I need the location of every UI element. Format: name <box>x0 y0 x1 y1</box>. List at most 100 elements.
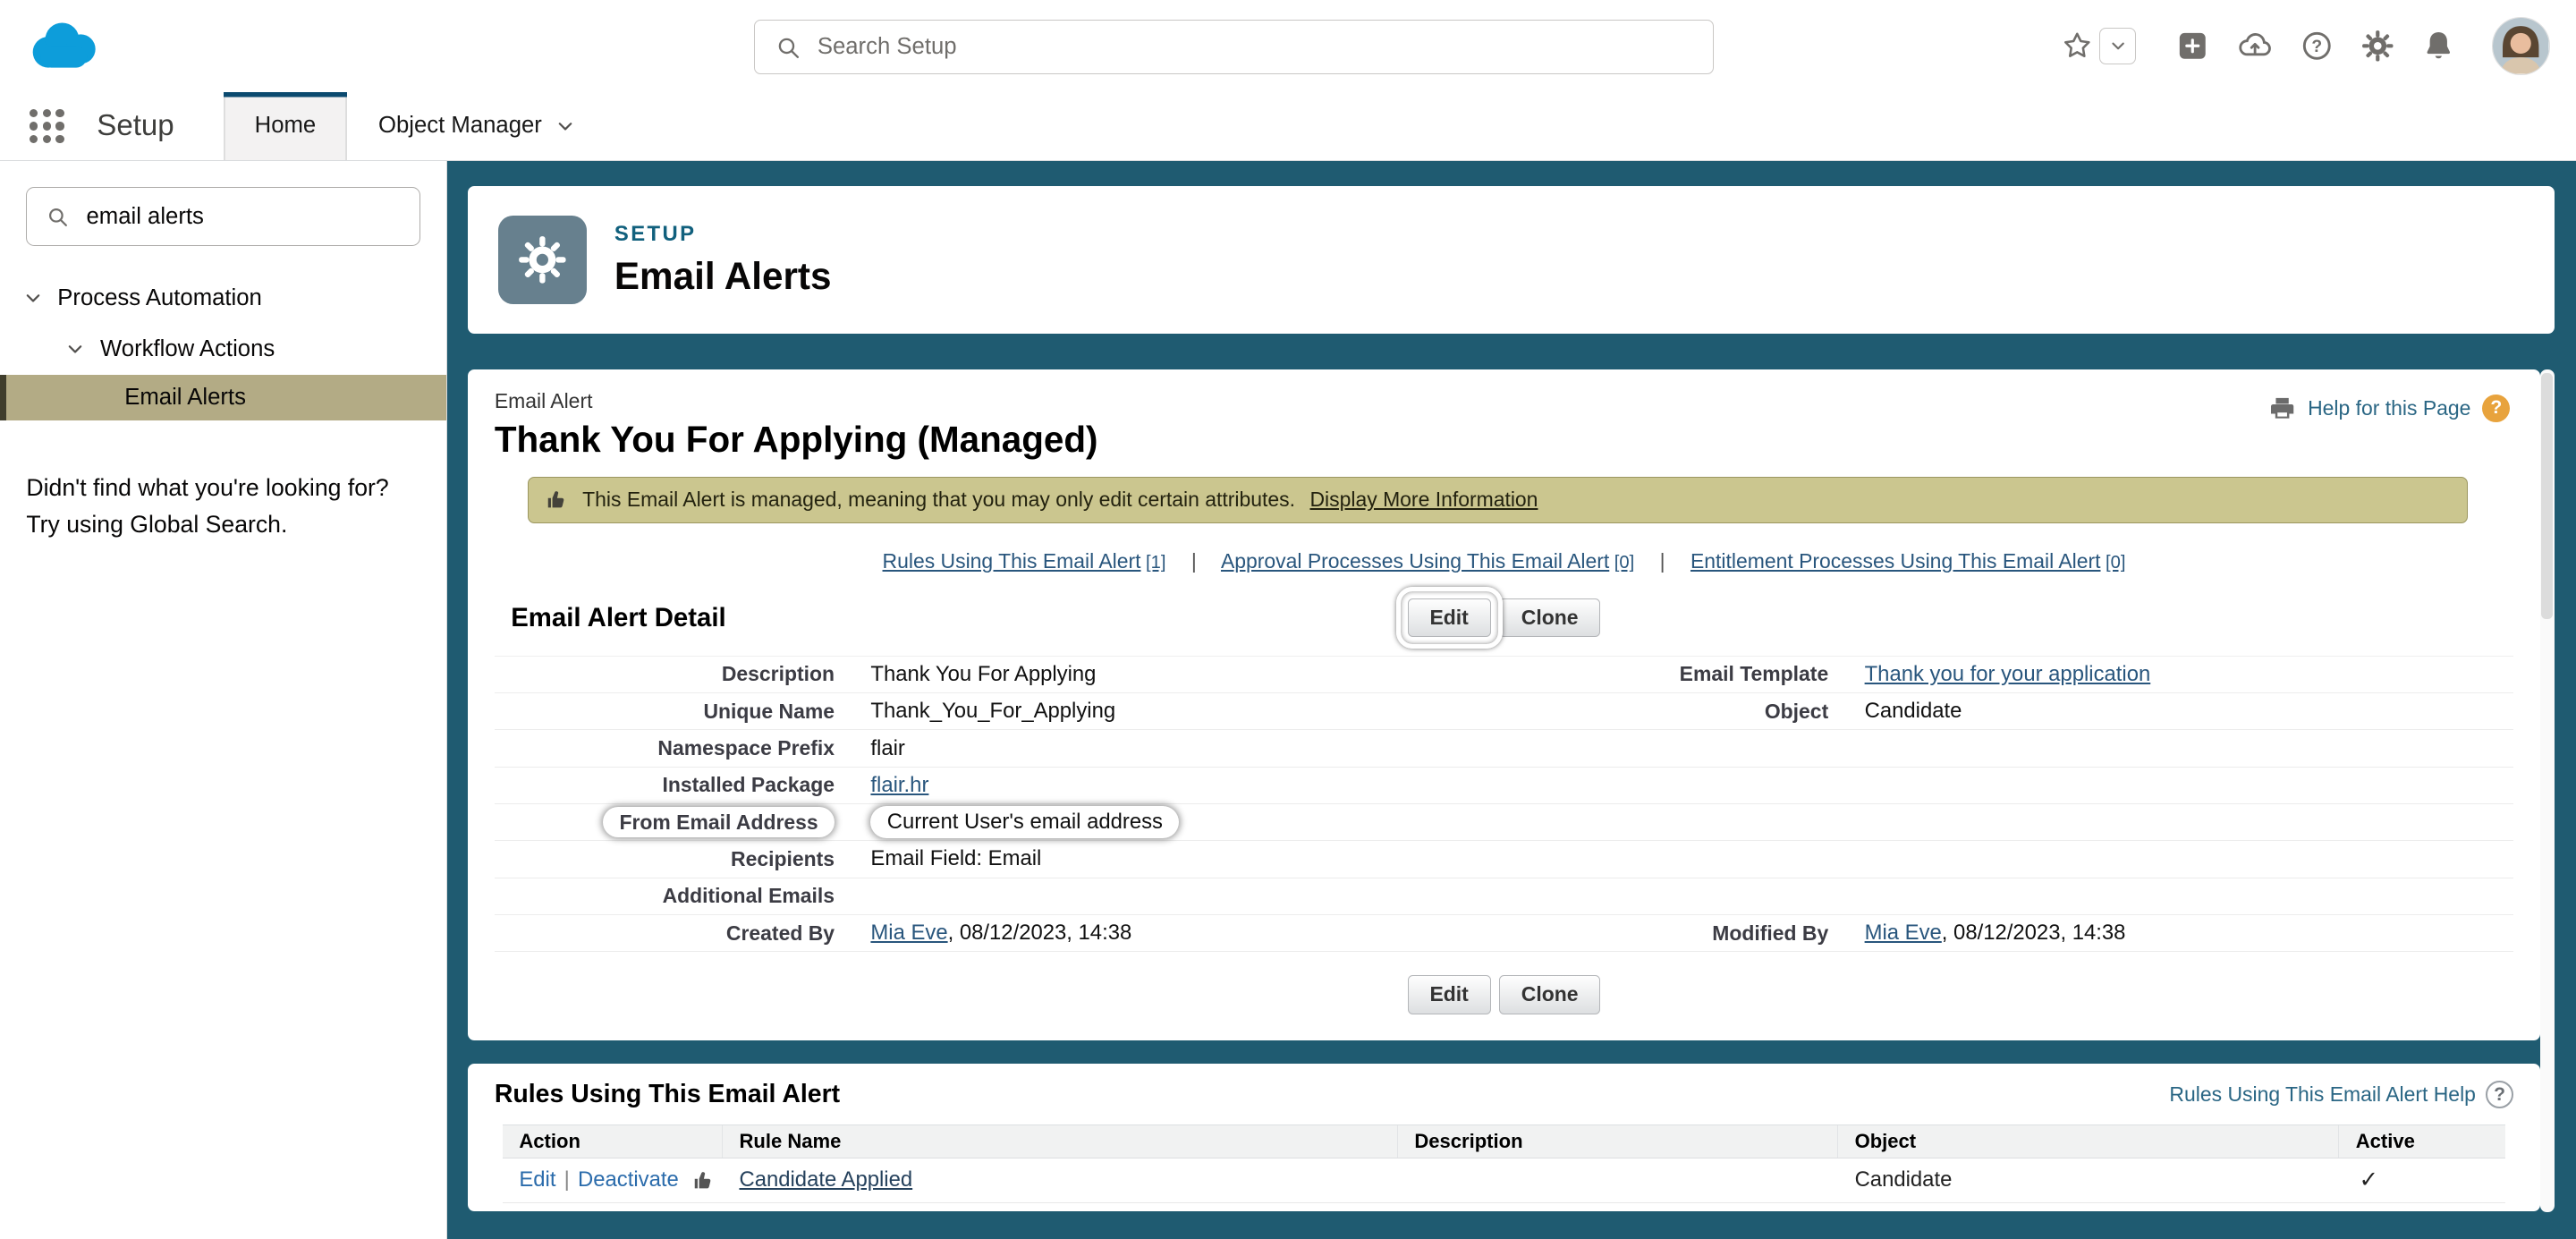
page-header-card: SETUP Email Alerts <box>468 185 2555 334</box>
separator: | <box>1659 548 1665 573</box>
edit-button[interactable]: Edit <box>1407 598 1491 638</box>
sidebar-item-email-alerts[interactable]: Email Alerts <box>0 374 446 421</box>
detail-row: Installed Package flair.hr <box>494 768 2514 804</box>
gear-icon[interactable] <box>2360 29 2395 64</box>
column-header-object: Object <box>1838 1124 2340 1158</box>
detail-row-from-email: From Email Address Current User's email … <box>494 804 2514 842</box>
field-label: Recipients <box>731 846 835 870</box>
help-icon[interactable]: ? <box>2300 29 2334 64</box>
detail-row: Description Thank You For Applying Email… <box>494 657 2514 694</box>
related-list-title: Rules Using This Email Alert <box>494 1080 841 1109</box>
thumbs-up-icon <box>545 488 568 512</box>
app-launcher-icon[interactable] <box>30 108 64 144</box>
page-eyebrow: SETUP <box>614 221 697 246</box>
annotation-highlight: Edit <box>1395 586 1502 649</box>
column-header-active: Active <box>2355 1129 2415 1152</box>
column-header-description: Description <box>1398 1124 1839 1158</box>
field-label: Namespace Prefix <box>657 736 835 760</box>
link-label: Entitlement Processes Using This Email A… <box>1690 548 2101 573</box>
row-edit-link[interactable]: Edit <box>519 1167 555 1192</box>
field-value-highlighted: Current User's email address <box>870 806 1180 838</box>
modified-by-user-link[interactable]: Mia Eve <box>1865 921 1942 945</box>
vertical-scrollbar[interactable] <box>2539 369 2555 1213</box>
field-value: Thank_You_For_Applying <box>870 699 1116 724</box>
help-for-this-page-link[interactable]: Help for this Page <box>2308 396 2470 420</box>
modified-date: , 08/12/2023, 14:38 <box>1941 921 2126 946</box>
tab-home-label: Home <box>254 113 317 139</box>
detail-row: Created By Mia Eve, 08/12/2023, 14:38 Mo… <box>494 915 2514 953</box>
quick-create-icon[interactable] <box>2175 29 2210 64</box>
field-label: Unique Name <box>703 699 835 723</box>
table-row: Edit | Deactivate Candidate Applied Cand… <box>503 1158 2505 1203</box>
setup-gear-tile-icon <box>497 215 587 304</box>
rules-using-link[interactable]: Rules Using This Email Alert [1] <box>883 549 1166 573</box>
sidebar-item-process-automation[interactable]: Process Automation <box>0 273 446 324</box>
chevron-down-icon[interactable] <box>65 339 85 359</box>
display-more-information-link[interactable]: Display More Information <box>1309 488 1538 512</box>
installed-package-link[interactable]: flair.hr <box>870 773 928 797</box>
created-by-user-link[interactable]: Mia Eve <box>870 921 947 945</box>
managed-package-banner: This Email Alert is managed, meaning tha… <box>527 477 2468 523</box>
chevron-down-icon <box>555 116 575 136</box>
thumbs-up-icon <box>691 1169 715 1192</box>
field-label: Modified By <box>1712 921 1829 945</box>
cross-reference-links: Rules Using This Email Alert [1] | Approv… <box>495 549 2513 573</box>
salesforce-setup-app: ? <box>0 0 2576 1239</box>
entitlement-processes-link[interactable]: Entitlement Processes Using This Email A… <box>1690 549 2125 573</box>
sidebar-item-workflow-actions[interactable]: Workflow Actions <box>0 324 446 375</box>
star-icon[interactable] <box>2060 29 2095 64</box>
field-label-highlighted: From Email Address <box>603 806 835 838</box>
svg-text:?: ? <box>2312 38 2323 56</box>
question-mark-icon[interactable]: ? <box>2482 394 2511 422</box>
rule-name-link[interactable]: Candidate Applied <box>739 1167 912 1192</box>
setup-nav-bar: Setup Home Object Manager <box>0 91 2576 161</box>
separator: | <box>1191 548 1197 573</box>
classic-iframe-area: Email Alert Thank You For Applying (Mana… <box>468 369 2555 1213</box>
page-title: Email Alerts <box>614 254 832 297</box>
upload-cloud-icon[interactable] <box>2236 27 2274 64</box>
avatar[interactable] <box>2492 17 2550 75</box>
scrollbar-thumb[interactable] <box>2541 372 2554 620</box>
printer-icon[interactable] <box>2268 395 2296 422</box>
global-search-input[interactable] <box>754 20 1714 74</box>
field-label: Created By <box>725 921 835 945</box>
approval-processes-link[interactable]: Approval Processes Using This Email Aler… <box>1221 549 1634 573</box>
favorites-dropdown-button[interactable] <box>2099 28 2136 64</box>
setup-content: SETUP Email Alerts Email Alert Thank You… <box>446 160 2576 1239</box>
field-value: flair <box>870 735 905 760</box>
field-label: Additional Emails <box>662 884 835 908</box>
global-search-hint: Didn't find what you're looking for? Try… <box>26 470 419 542</box>
link-count: [0] <box>1614 552 1635 573</box>
header-actions: ? <box>2060 17 2550 75</box>
rules-table-header: Action Rule Name Description Object Acti… <box>503 1124 2505 1159</box>
checkmark-icon: ✓ <box>2359 1167 2378 1193</box>
detail-row: Additional Emails <box>494 878 2514 915</box>
email-template-link[interactable]: Thank you for your application <box>1865 662 2151 686</box>
created-date: , 08/12/2023, 14:38 <box>947 921 1132 946</box>
related-list-header: Rules Using This Email Alert Rules Using… <box>494 1080 2514 1109</box>
row-deactivate-link[interactable]: Deactivate <box>578 1167 679 1192</box>
detail-row: Namespace Prefix flair <box>494 730 2514 768</box>
email-alert-detail-card: Email Alert Thank You For Applying (Mana… <box>468 369 2540 1040</box>
rules-help-link[interactable]: Rules Using This Email Alert Help <box>2169 1082 2476 1107</box>
quick-find-input[interactable] <box>26 187 421 247</box>
banner-text: This Email Alert is managed, meaning tha… <box>582 488 1295 512</box>
entity-label: Email Alert <box>494 389 593 413</box>
chevron-down-icon[interactable] <box>23 288 43 308</box>
action-cell: Edit | Deactivate <box>503 1167 723 1192</box>
rules-related-list-card: Rules Using This Email Alert Rules Using… <box>468 1063 2540 1211</box>
tab-object-manager[interactable]: Object Manager <box>347 92 606 160</box>
field-label: Description <box>721 662 835 686</box>
section-title: Email Alert Detail <box>511 602 726 632</box>
object-cell: Candidate <box>1854 1167 1953 1192</box>
sidebar-item-label: Email Alerts <box>124 384 246 410</box>
edit-button-bottom[interactable]: Edit <box>1407 974 1491 1014</box>
field-value: Thank You For Applying <box>870 661 1097 686</box>
question-mark-icon[interactable]: ? <box>2485 1080 2514 1109</box>
clone-button-bottom[interactable]: Clone <box>1498 974 1601 1014</box>
clone-button[interactable]: Clone <box>1498 598 1601 638</box>
bell-icon[interactable] <box>2421 29 2456 64</box>
link-count: [0] <box>2106 552 2126 573</box>
tab-home[interactable]: Home <box>223 91 348 160</box>
column-header-action: Action <box>503 1124 724 1158</box>
